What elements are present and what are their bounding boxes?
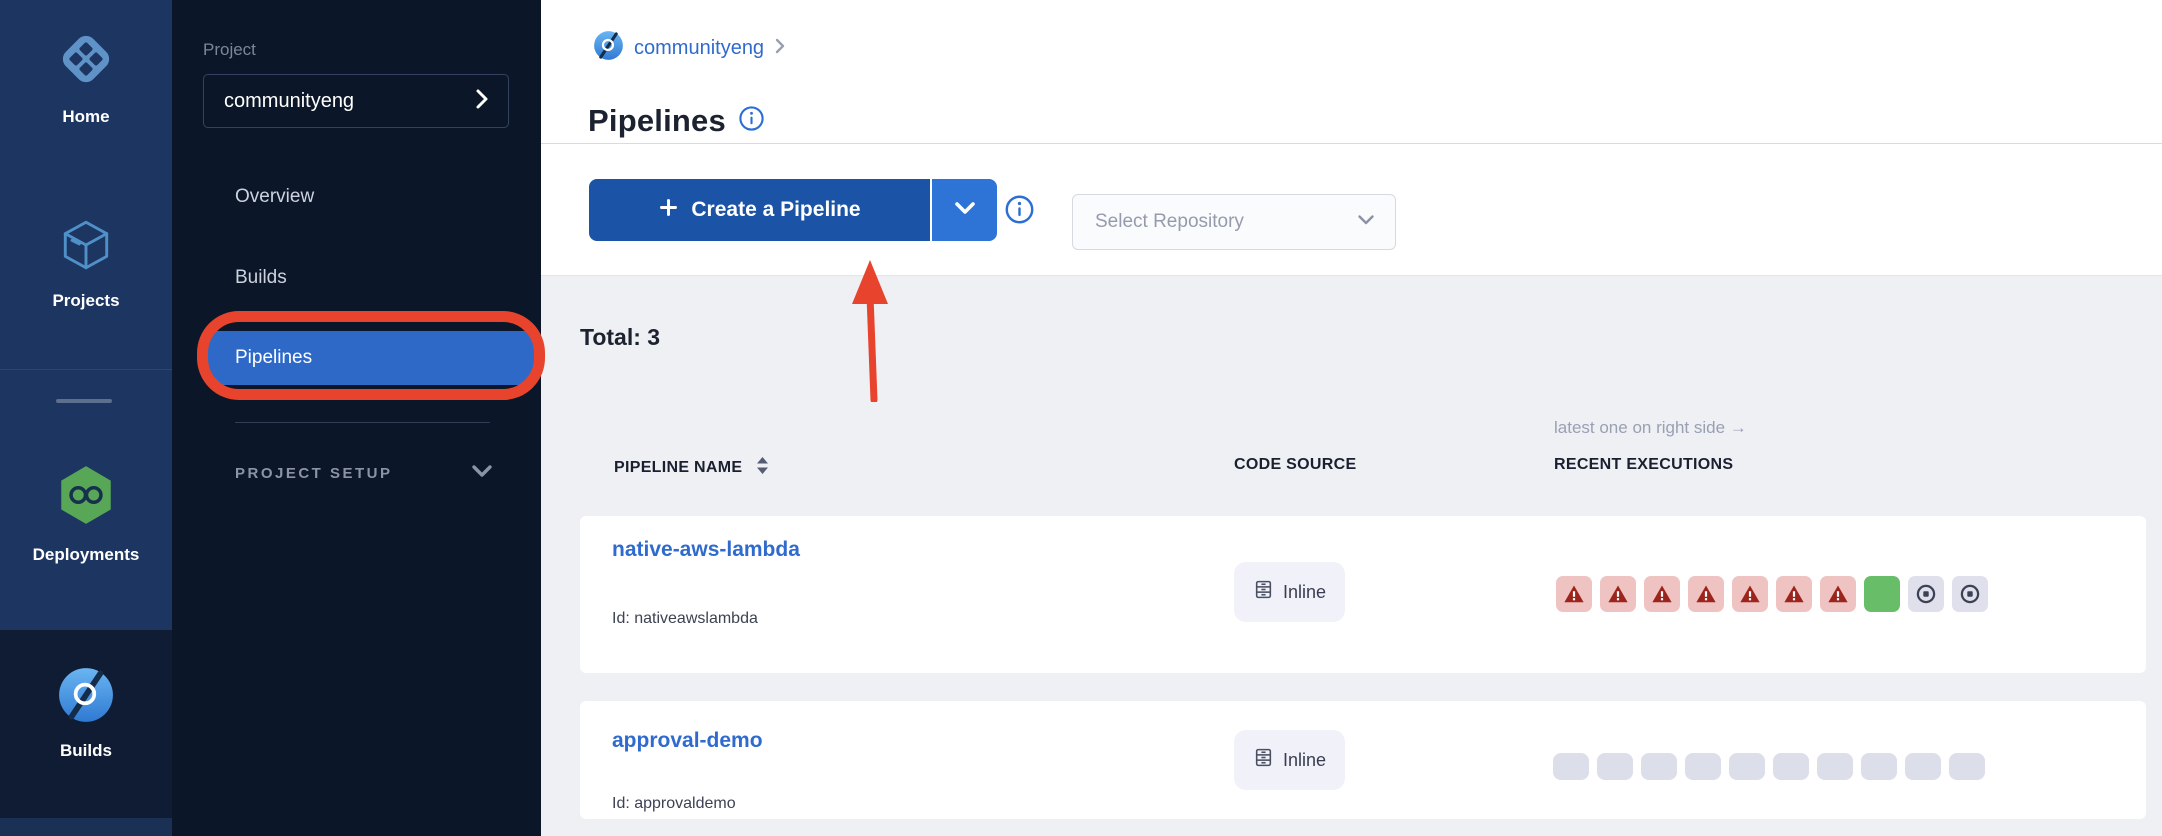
total-count: Total: 3 (580, 324, 660, 351)
pipeline-id: Id: nativeawslambda (612, 610, 758, 628)
pipeline-row-native-aws-lambda[interactable]: native-aws-lambda Id: nativeawslambda In… (580, 516, 2146, 673)
home-icon (0, 28, 172, 95)
project-section-label: Project (203, 40, 256, 60)
execution-failed-icon[interactable] (1644, 576, 1680, 612)
toolbar-info-icon[interactable] (1004, 194, 1035, 230)
execution-empty-icon (1949, 753, 1985, 780)
execution-empty-icon (1817, 753, 1853, 780)
execution-stopped-icon[interactable] (1952, 576, 1988, 612)
execution-empty-icon (1641, 753, 1677, 780)
recent-executions (1553, 753, 1985, 780)
execution-failed-icon[interactable] (1732, 576, 1768, 612)
code-source-label: Inline (1283, 750, 1326, 771)
sidebar-item-overview-label: Overview (235, 186, 314, 208)
module-rail: Home Projects Deployments (0, 0, 172, 836)
recent-executions (1556, 576, 1988, 612)
repository-select-placeholder: Select Repository (1095, 211, 1244, 233)
execution-failed-icon[interactable] (1688, 576, 1724, 612)
chevron-right-icon (474, 88, 490, 115)
column-header-recent-executions: RECENT EXECUTIONS (1554, 456, 1733, 474)
execution-failed-icon[interactable] (1820, 576, 1856, 612)
deployments-icon (0, 462, 172, 533)
rail-item-builds[interactable]: Builds (0, 666, 172, 761)
project-selector[interactable]: communityeng (203, 74, 509, 128)
repository-select[interactable]: Select Repository (1072, 194, 1396, 250)
inline-store-icon (1253, 579, 1274, 605)
execution-success-icon[interactable] (1864, 576, 1900, 612)
execution-empty-icon (1553, 753, 1589, 780)
column-header-pipeline-name-label: PIPELINE NAME (614, 459, 742, 477)
rail-item-home[interactable]: Home (0, 28, 172, 127)
plus-icon (658, 197, 679, 223)
title-info-icon[interactable] (738, 105, 765, 137)
sidebar-item-builds-label: Builds (235, 267, 287, 289)
code-source-badge: Inline (1234, 562, 1345, 622)
execution-empty-icon (1861, 753, 1897, 780)
app-window: Home Projects Deployments (0, 0, 2162, 836)
execution-stopped-icon[interactable] (1908, 576, 1944, 612)
rail-next-module-bg (0, 818, 172, 836)
pipeline-row-approval-demo[interactable]: approval-demo Id: approvaldemo Inline (580, 701, 2146, 819)
projects-cube-icon (0, 216, 172, 279)
pipelines-list-area: Total: 3 PIPELINE NAME CODE SOURCE lates… (541, 275, 2162, 836)
sidebar-item-builds[interactable]: Builds (235, 262, 287, 294)
execution-empty-icon (1729, 753, 1765, 780)
page-title-row: Pipelines (588, 103, 765, 139)
breadcrumb: communityeng (593, 30, 786, 66)
project-selector-value: communityeng (224, 90, 354, 113)
executions-order-hint: latest one on right side → (1554, 418, 1747, 438)
main-content: communityeng Pipelines (541, 0, 2162, 836)
create-pipeline-dropdown[interactable] (930, 179, 997, 241)
rail-label-projects: Projects (0, 291, 172, 311)
pipeline-name-link[interactable]: approval-demo (612, 729, 763, 753)
execution-empty-icon (1597, 753, 1633, 780)
rail-divider (0, 369, 172, 370)
header-divider (541, 143, 2162, 144)
sort-icon (756, 456, 769, 480)
chevron-down-icon (1357, 213, 1375, 231)
column-header-code-source: CODE SOURCE (1234, 456, 1356, 474)
chevron-down-icon (953, 200, 977, 221)
chevron-down-icon (471, 464, 493, 483)
pipeline-name-link[interactable]: native-aws-lambda (612, 538, 800, 562)
code-source-badge: Inline (1234, 730, 1345, 790)
sidebar-divider (235, 422, 490, 423)
builds-icon (0, 666, 172, 729)
rail-label-home: Home (0, 107, 172, 127)
breadcrumb-project-link[interactable]: communityeng (634, 37, 764, 60)
column-header-pipeline-name[interactable]: PIPELINE NAME (614, 456, 769, 480)
project-setup-label: PROJECT SETUP (235, 465, 393, 482)
execution-failed-icon[interactable] (1776, 576, 1812, 612)
breadcrumb-chevron-icon (774, 37, 786, 60)
inline-store-icon (1253, 747, 1274, 773)
sidebar-item-pipelines-active[interactable]: Pipelines (207, 331, 535, 385)
create-pipeline-button[interactable]: Create a Pipeline (589, 179, 997, 241)
sidebar-item-pipelines-label: Pipelines (235, 347, 312, 369)
execution-failed-icon[interactable] (1600, 576, 1636, 612)
rail-collapse-handle[interactable] (56, 399, 112, 403)
create-pipeline-main[interactable]: Create a Pipeline (589, 179, 930, 241)
rail-label-deployments: Deployments (0, 545, 172, 565)
rail-label-builds: Builds (0, 741, 172, 761)
code-source-label: Inline (1283, 582, 1326, 603)
execution-empty-icon (1773, 753, 1809, 780)
page-title: Pipelines (588, 103, 726, 139)
execution-empty-icon (1685, 753, 1721, 780)
project-setup-toggle[interactable]: PROJECT SETUP (235, 464, 493, 483)
project-sidebar: Project communityeng Overview Builds Pip… (172, 0, 541, 836)
project-avatar-icon (593, 30, 624, 66)
rail-item-projects[interactable]: Projects (0, 216, 172, 311)
pipeline-id: Id: approvaldemo (612, 795, 736, 813)
sidebar-item-overview[interactable]: Overview (235, 181, 314, 213)
rail-item-deployments[interactable]: Deployments (0, 462, 172, 565)
execution-empty-icon (1905, 753, 1941, 780)
create-pipeline-label: Create a Pipeline (691, 198, 860, 222)
execution-failed-icon[interactable] (1556, 576, 1592, 612)
